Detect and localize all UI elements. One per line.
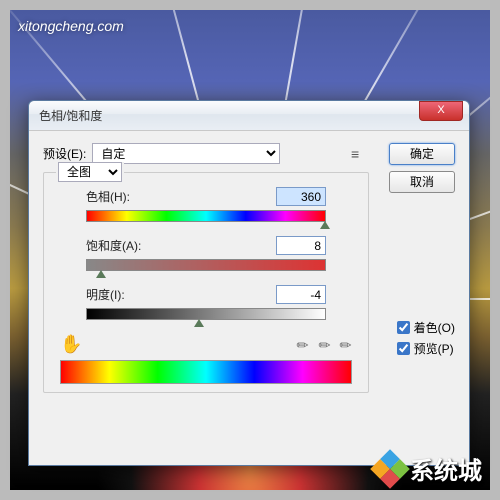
close-button[interactable]: X: [419, 101, 463, 121]
sat-label: 饱和度(A):: [86, 237, 141, 254]
sat-track[interactable]: [86, 259, 326, 271]
preview-checkbox-label[interactable]: 预览(P): [397, 340, 455, 357]
hue-input[interactable]: [276, 187, 326, 206]
scrub-icon[interactable]: ✋: [60, 334, 82, 356]
sat-slider-block: 饱和度(A):: [86, 236, 326, 271]
ok-button[interactable]: 确定: [389, 143, 455, 165]
channel-select-wrap: 全图: [56, 162, 124, 182]
eyedropper-icon[interactable]: ✎: [293, 335, 313, 355]
preset-menu-icon[interactable]: ≡: [351, 147, 369, 161]
brand-logo-icon: [370, 449, 410, 489]
cancel-button[interactable]: 取消: [389, 171, 455, 193]
hue-saturation-dialog: 色相/饱和度 X 预设(E): 自定 ≡ 全图 色: [28, 100, 470, 466]
preview-checkbox[interactable]: [397, 342, 410, 355]
light-slider-block: 明度(I):: [86, 285, 326, 320]
preset-select[interactable]: 自定: [92, 143, 280, 164]
hue-slider-block: 色相(H):: [86, 187, 326, 222]
light-thumb[interactable]: [194, 319, 204, 327]
eyedropper-group: ✎ ✎ ✎: [297, 337, 352, 354]
light-track[interactable]: [86, 308, 326, 320]
colorize-checkbox[interactable]: [397, 321, 410, 334]
hue-thumb[interactable]: [320, 221, 330, 229]
eyedropper-add-icon[interactable]: ✎: [314, 335, 334, 355]
hue-label: 色相(H):: [86, 188, 130, 205]
brand-badge: 系统城: [376, 451, 482, 486]
channel-select[interactable]: 全图: [58, 162, 122, 182]
light-label: 明度(I):: [86, 286, 125, 303]
colorize-checkbox-label[interactable]: 着色(O): [397, 319, 455, 336]
hue-track[interactable]: [86, 210, 326, 222]
light-input[interactable]: [276, 285, 326, 304]
preset-label: 预设(E):: [43, 145, 86, 162]
sat-thumb[interactable]: [96, 270, 106, 278]
slider-group: 全图 色相(H): 饱和度(A):: [43, 172, 369, 393]
dialog-title: 色相/饱和度: [39, 107, 102, 124]
titlebar[interactable]: 色相/饱和度 X: [29, 101, 469, 131]
spectrum-bar: [60, 360, 352, 384]
watermark-text: xitongcheng.com: [18, 18, 124, 34]
sat-input[interactable]: [276, 236, 326, 255]
brand-text: 系统城: [410, 451, 482, 486]
eyedropper-subtract-icon[interactable]: ✎: [336, 335, 356, 355]
